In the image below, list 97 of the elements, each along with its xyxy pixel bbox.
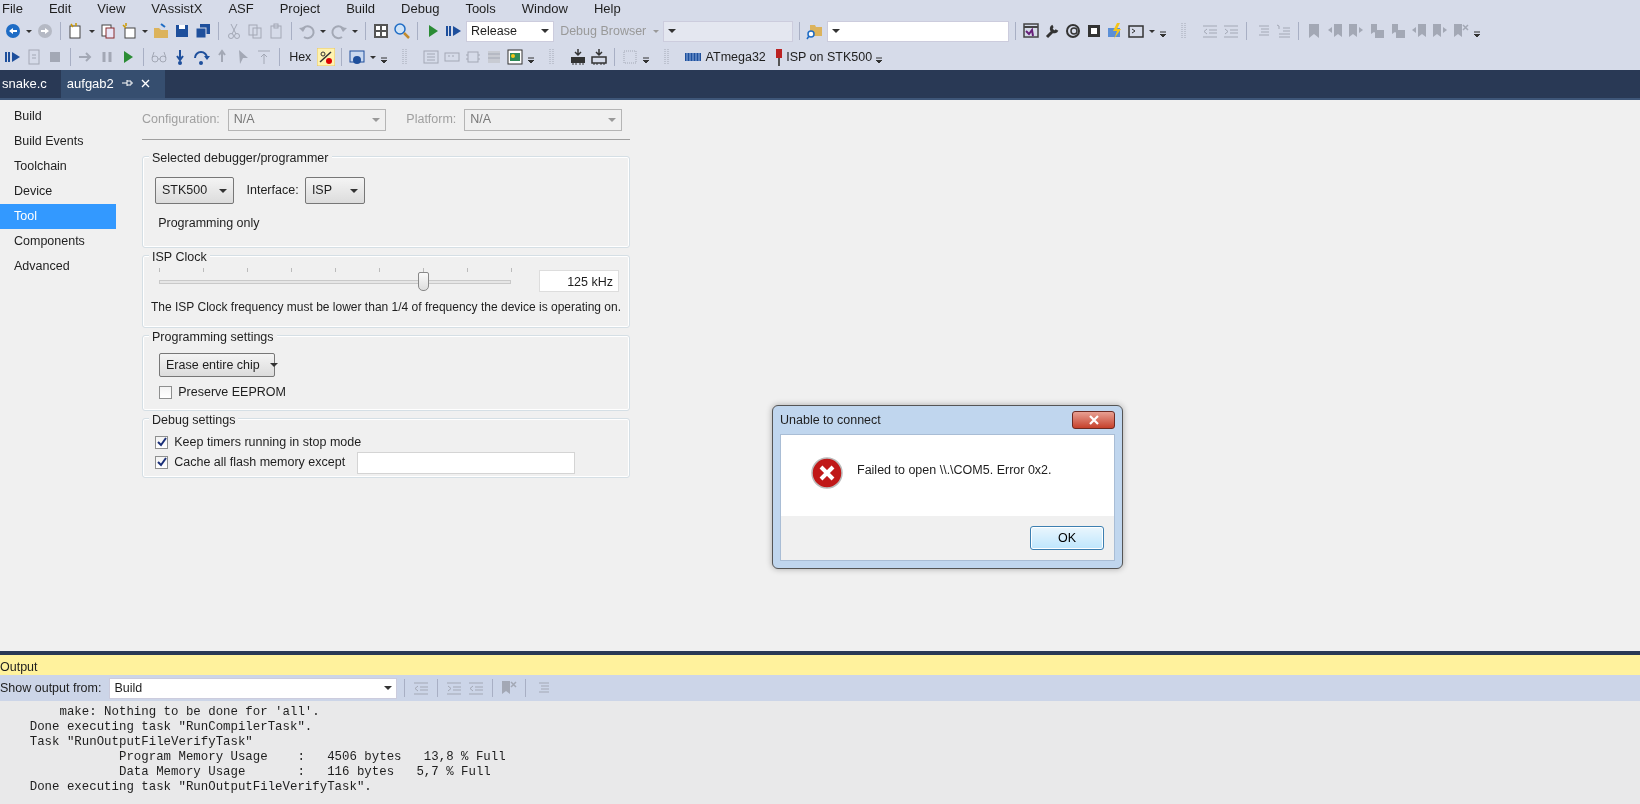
sidebar-item[interactable]: Build Events <box>0 129 116 154</box>
sidebar-item[interactable]: Advanced <box>0 254 116 279</box>
configuration-select[interactable]: N/A <box>227 108 386 131</box>
indent-icon[interactable] <box>445 679 464 697</box>
close-icon[interactable] <box>1087 415 1100 425</box>
field-label: Show output from: <box>0 679 102 697</box>
document-tab[interactable]: snake.c <box>0 69 61 98</box>
menu-item[interactable]: Debug <box>388 1 453 17</box>
register-icon[interactable] <box>422 48 441 66</box>
field-label: Interface: <box>246 182 299 200</box>
checkbox-label: Keep timers running in stop mode <box>174 434 362 451</box>
output-line: Done executing task "RunCompilerTask". <box>28 720 314 735</box>
spiral-icon[interactable] <box>1064 22 1083 40</box>
dotted-chip-icon[interactable] <box>621 48 640 66</box>
sidebar-item[interactable]: Device <box>0 179 116 204</box>
windows-icon[interactable] <box>348 48 367 66</box>
error-message: Failed to open \\.\COM5. Error 0x2. <box>857 462 1052 479</box>
menu-item[interactable]: Help <box>581 1 634 17</box>
pin-icon[interactable] <box>119 78 134 89</box>
menu-item[interactable]: VAssistX <box>138 1 216 17</box>
add-item-icon[interactable] <box>99 22 117 40</box>
align-top-icon[interactable] <box>255 48 273 66</box>
field-label: Configuration: <box>142 111 220 129</box>
bookmark-left-icon[interactable] <box>1326 22 1345 40</box>
mode-text: Programming only <box>158 215 261 233</box>
slider[interactable] <box>159 268 511 292</box>
device-button[interactable]: ATmega32 <box>684 47 766 67</box>
outdent-icon[interactable] <box>412 679 431 697</box>
platform-dropdown[interactable] <box>663 20 794 42</box>
close-button[interactable] <box>1072 411 1115 429</box>
io-icon[interactable] <box>464 48 483 66</box>
input-field[interactable] <box>357 451 576 474</box>
folder-search-icon[interactable] <box>806 22 825 40</box>
breakpoint-off-icon[interactable] <box>317 48 336 66</box>
comment-icon[interactable] <box>1274 22 1293 40</box>
dialog-title: Unable to connect <box>780 411 881 429</box>
output-line: make: Nothing to be done for 'all'. <box>58 705 321 720</box>
output-source-dropdown[interactable]: Build <box>109 677 398 699</box>
bookmark-clear-icon[interactable] <box>500 679 519 697</box>
menu-item[interactable]: Project <box>266 1 334 17</box>
window-icon[interactable] <box>1022 22 1041 40</box>
sidebar-item[interactable]: Toolchain <box>0 154 116 179</box>
menu-item[interactable]: Tools <box>452 1 509 17</box>
back-icon[interactable] <box>4 22 22 40</box>
paste-icon[interactable] <box>267 22 285 40</box>
field-label: Platform: <box>406 111 457 129</box>
output-line: Program Memory Usage : 4506 bytes 13,8 % Full <box>117 750 507 765</box>
close-icon[interactable] <box>139 77 151 89</box>
device-chip-icon[interactable] <box>590 48 609 66</box>
output-line: Task "RunOutputFileVerifyTask" <box>28 735 254 750</box>
hex-button[interactable]: Hex <box>286 47 315 67</box>
output-line: Done executing task "RunOutputFileVerifyTask". <box>28 780 373 795</box>
sidebar-item[interactable]: Components <box>0 229 116 254</box>
ok-button[interactable]: OK <box>1030 526 1104 550</box>
outdent-icon[interactable] <box>467 679 486 697</box>
save-all-icon[interactable] <box>194 22 212 40</box>
device-program-icon[interactable] <box>569 48 588 66</box>
screwdriver-icon <box>775 48 784 66</box>
tab-label[interactable]: aufgab2 <box>66 73 114 93</box>
tool-button[interactable]: ISP on STK500 <box>775 47 873 67</box>
sidebar-item[interactable]: Build <box>0 104 116 129</box>
document-tab[interactable]: aufgab2 <box>60 69 165 98</box>
menu-item[interactable]: Window <box>508 1 581 17</box>
grid-icon[interactable] <box>372 22 390 40</box>
output-line: Data Memory Usage : 116 bytes 5,7 % Full <box>117 765 492 780</box>
search-icon[interactable] <box>393 22 411 40</box>
checkbox-label: Preserve EEPROM <box>178 384 286 401</box>
checkbox-label: Cache all flash memory except <box>174 454 346 472</box>
copy-icon[interactable] <box>246 22 264 40</box>
platform-select[interactable]: N/A <box>464 108 623 131</box>
indent-icon[interactable] <box>1222 22 1241 40</box>
terminal-icon[interactable] <box>1127 22 1146 40</box>
debugger-dropdown[interactable]: STK500 <box>155 177 234 204</box>
menu-item[interactable]: Build <box>333 1 389 17</box>
slider-thumb[interactable] <box>418 272 429 291</box>
checkbox[interactable] <box>155 456 168 470</box>
configuration-dropdown[interactable]: Release <box>466 20 554 42</box>
clock-note: The ISP Clock frequency must be lower than 1/4 of frequency the device is operating on. <box>151 299 619 317</box>
bookmark-folder-icon[interactable] <box>1368 22 1387 40</box>
menu-item[interactable]: File <box>0 1 36 17</box>
outdent-icon[interactable] <box>1201 22 1220 40</box>
menu-item[interactable]: ASF <box>215 1 267 17</box>
menu-item[interactable]: View <box>84 1 139 17</box>
interface-dropdown[interactable]: ISP <box>304 177 365 204</box>
save-icon[interactable] <box>173 22 191 40</box>
bookmark-folder-icon[interactable] <box>1389 22 1408 40</box>
scissors-icon[interactable] <box>225 22 243 40</box>
bookmark-left-icon[interactable] <box>1410 22 1429 40</box>
clock-field[interactable]: 125 kHz <box>539 270 619 292</box>
checkbox[interactable] <box>159 385 172 399</box>
erase-mode-dropdown[interactable]: Erase entire chip <box>159 353 275 377</box>
image-window-icon[interactable] <box>506 48 525 66</box>
step-over-icon[interactable] <box>192 48 210 66</box>
error-icon <box>811 457 843 489</box>
checkbox[interactable] <box>155 435 168 449</box>
panel-title: Output <box>0 651 1640 675</box>
menu-item[interactable]: Edit <box>35 1 85 17</box>
